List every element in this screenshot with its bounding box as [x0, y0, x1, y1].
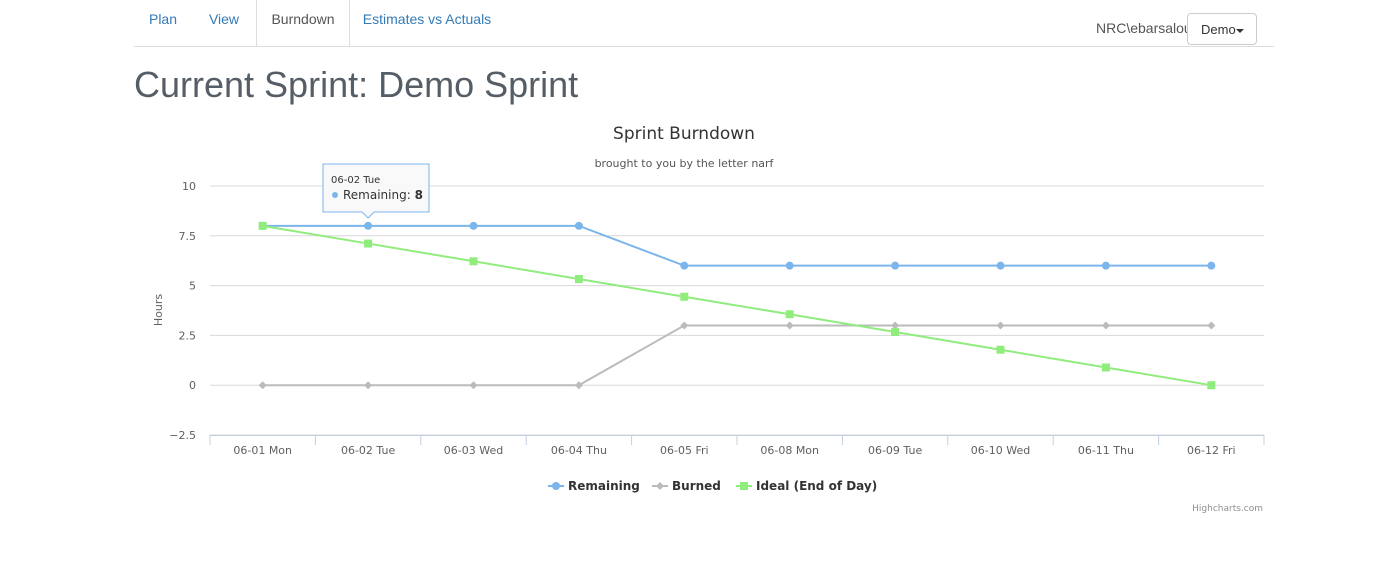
credits-link[interactable]: Highcharts.com — [1192, 504, 1263, 514]
data-point-ideal-end-of-day — [1207, 381, 1216, 390]
data-point-remaining — [996, 261, 1005, 270]
x-tick-label: 06-04 Thu — [551, 444, 607, 457]
legend-item-remaining[interactable]: Remaining — [548, 479, 640, 493]
data-point-remaining — [891, 261, 900, 270]
series-layer — [258, 221, 1216, 390]
tooltip-value: 8 — [415, 188, 423, 202]
x-tick-label: 06-03 Wed — [444, 444, 503, 457]
data-point-remaining — [364, 221, 373, 230]
tooltip-label: Remaining: 8 — [343, 188, 423, 202]
x-tick-label: 06-05 Fri — [660, 444, 709, 457]
data-point-ideal-end-of-day — [364, 239, 373, 248]
data-point-burned — [996, 321, 1005, 330]
x-tick-label: 06-01 Mon — [233, 444, 292, 457]
chart-title: Sprint Burndown — [613, 124, 755, 144]
data-point-ideal-end-of-day — [891, 328, 900, 337]
data-point-burned — [785, 321, 794, 330]
y-axis: −2.5 0 2.5 5 7.5 10 — [169, 180, 196, 442]
series-remaining — [258, 221, 1216, 270]
data-point-ideal-end-of-day — [785, 310, 794, 319]
x-tick-label: 06-02 Tue — [341, 444, 395, 457]
tooltip: 06-02 Tue Remaining: 8 — [322, 163, 430, 219]
data-point-ideal-end-of-day — [680, 292, 689, 301]
data-point-remaining — [1101, 261, 1110, 270]
data-point-remaining — [1207, 261, 1216, 270]
series-ideal-end-of-day — [258, 221, 1216, 390]
data-point-burned — [469, 381, 478, 390]
data-point-remaining — [680, 261, 689, 270]
x-tick-label: 06-10 Wed — [971, 444, 1030, 457]
legend-marker — [656, 482, 664, 490]
data-point-remaining — [574, 221, 583, 230]
data-point-burned — [574, 381, 583, 390]
series-line-ideal-end-of-day — [262, 224, 1212, 387]
y-tick-label: 10 — [182, 180, 196, 193]
legend-item-burned[interactable]: Burned — [652, 479, 721, 493]
data-point-remaining — [785, 261, 794, 270]
series-line-burned — [262, 324, 1212, 387]
y-tick-label: 2.5 — [179, 329, 197, 342]
x-tick-label: 06-09 Tue — [868, 444, 922, 457]
x-tick-label: 06-12 Fri — [1187, 444, 1236, 457]
data-point-ideal-end-of-day — [469, 257, 478, 266]
x-axis: 06-01 Mon 06-02 Tue 06-03 Wed 06-04 Thu 06-0… — [209, 435, 1265, 457]
burndown-chart: Sprint Burndown brought to you by the le… — [152, 124, 1265, 514]
legend-label: Ideal (End of Day) — [756, 479, 877, 493]
data-point-burned — [1101, 321, 1110, 330]
x-tick-label: 06-11 Thu — [1078, 444, 1134, 457]
tooltip-series-dot — [332, 192, 338, 198]
y-tick-label: 7.5 — [179, 230, 197, 243]
data-point-burned — [680, 321, 689, 330]
legend-item-ideal-end-of-day[interactable]: Ideal (End of Day) — [736, 479, 877, 493]
y-tick-label: 0 — [189, 379, 196, 392]
y-tick-label: −2.5 — [169, 429, 196, 442]
legend-marker — [552, 482, 560, 490]
legend-label: Burned — [672, 479, 721, 493]
legend-label: Remaining — [568, 479, 640, 493]
series-burned — [258, 321, 1216, 390]
series-line-remaining — [262, 224, 1212, 267]
chart-subtitle: brought to you by the letter narf — [595, 157, 775, 170]
data-point-burned — [258, 381, 267, 390]
data-point-ideal-end-of-day — [996, 345, 1005, 354]
data-point-ideal-end-of-day — [574, 275, 583, 284]
data-point-burned — [1207, 321, 1216, 330]
data-point-ideal-end-of-day — [1101, 363, 1110, 372]
data-point-burned — [364, 381, 373, 390]
data-point-ideal-end-of-day — [258, 221, 267, 230]
y-tick-label: 5 — [189, 280, 196, 293]
tooltip-header: 06-02 Tue — [331, 175, 380, 186]
legend: Remaining Burned Ideal (End of Day) — [548, 479, 877, 493]
data-point-remaining — [469, 221, 478, 230]
y-axis-title: Hours — [152, 294, 165, 326]
legend-marker — [740, 482, 748, 490]
x-tick-label: 06-08 Mon — [760, 444, 819, 457]
